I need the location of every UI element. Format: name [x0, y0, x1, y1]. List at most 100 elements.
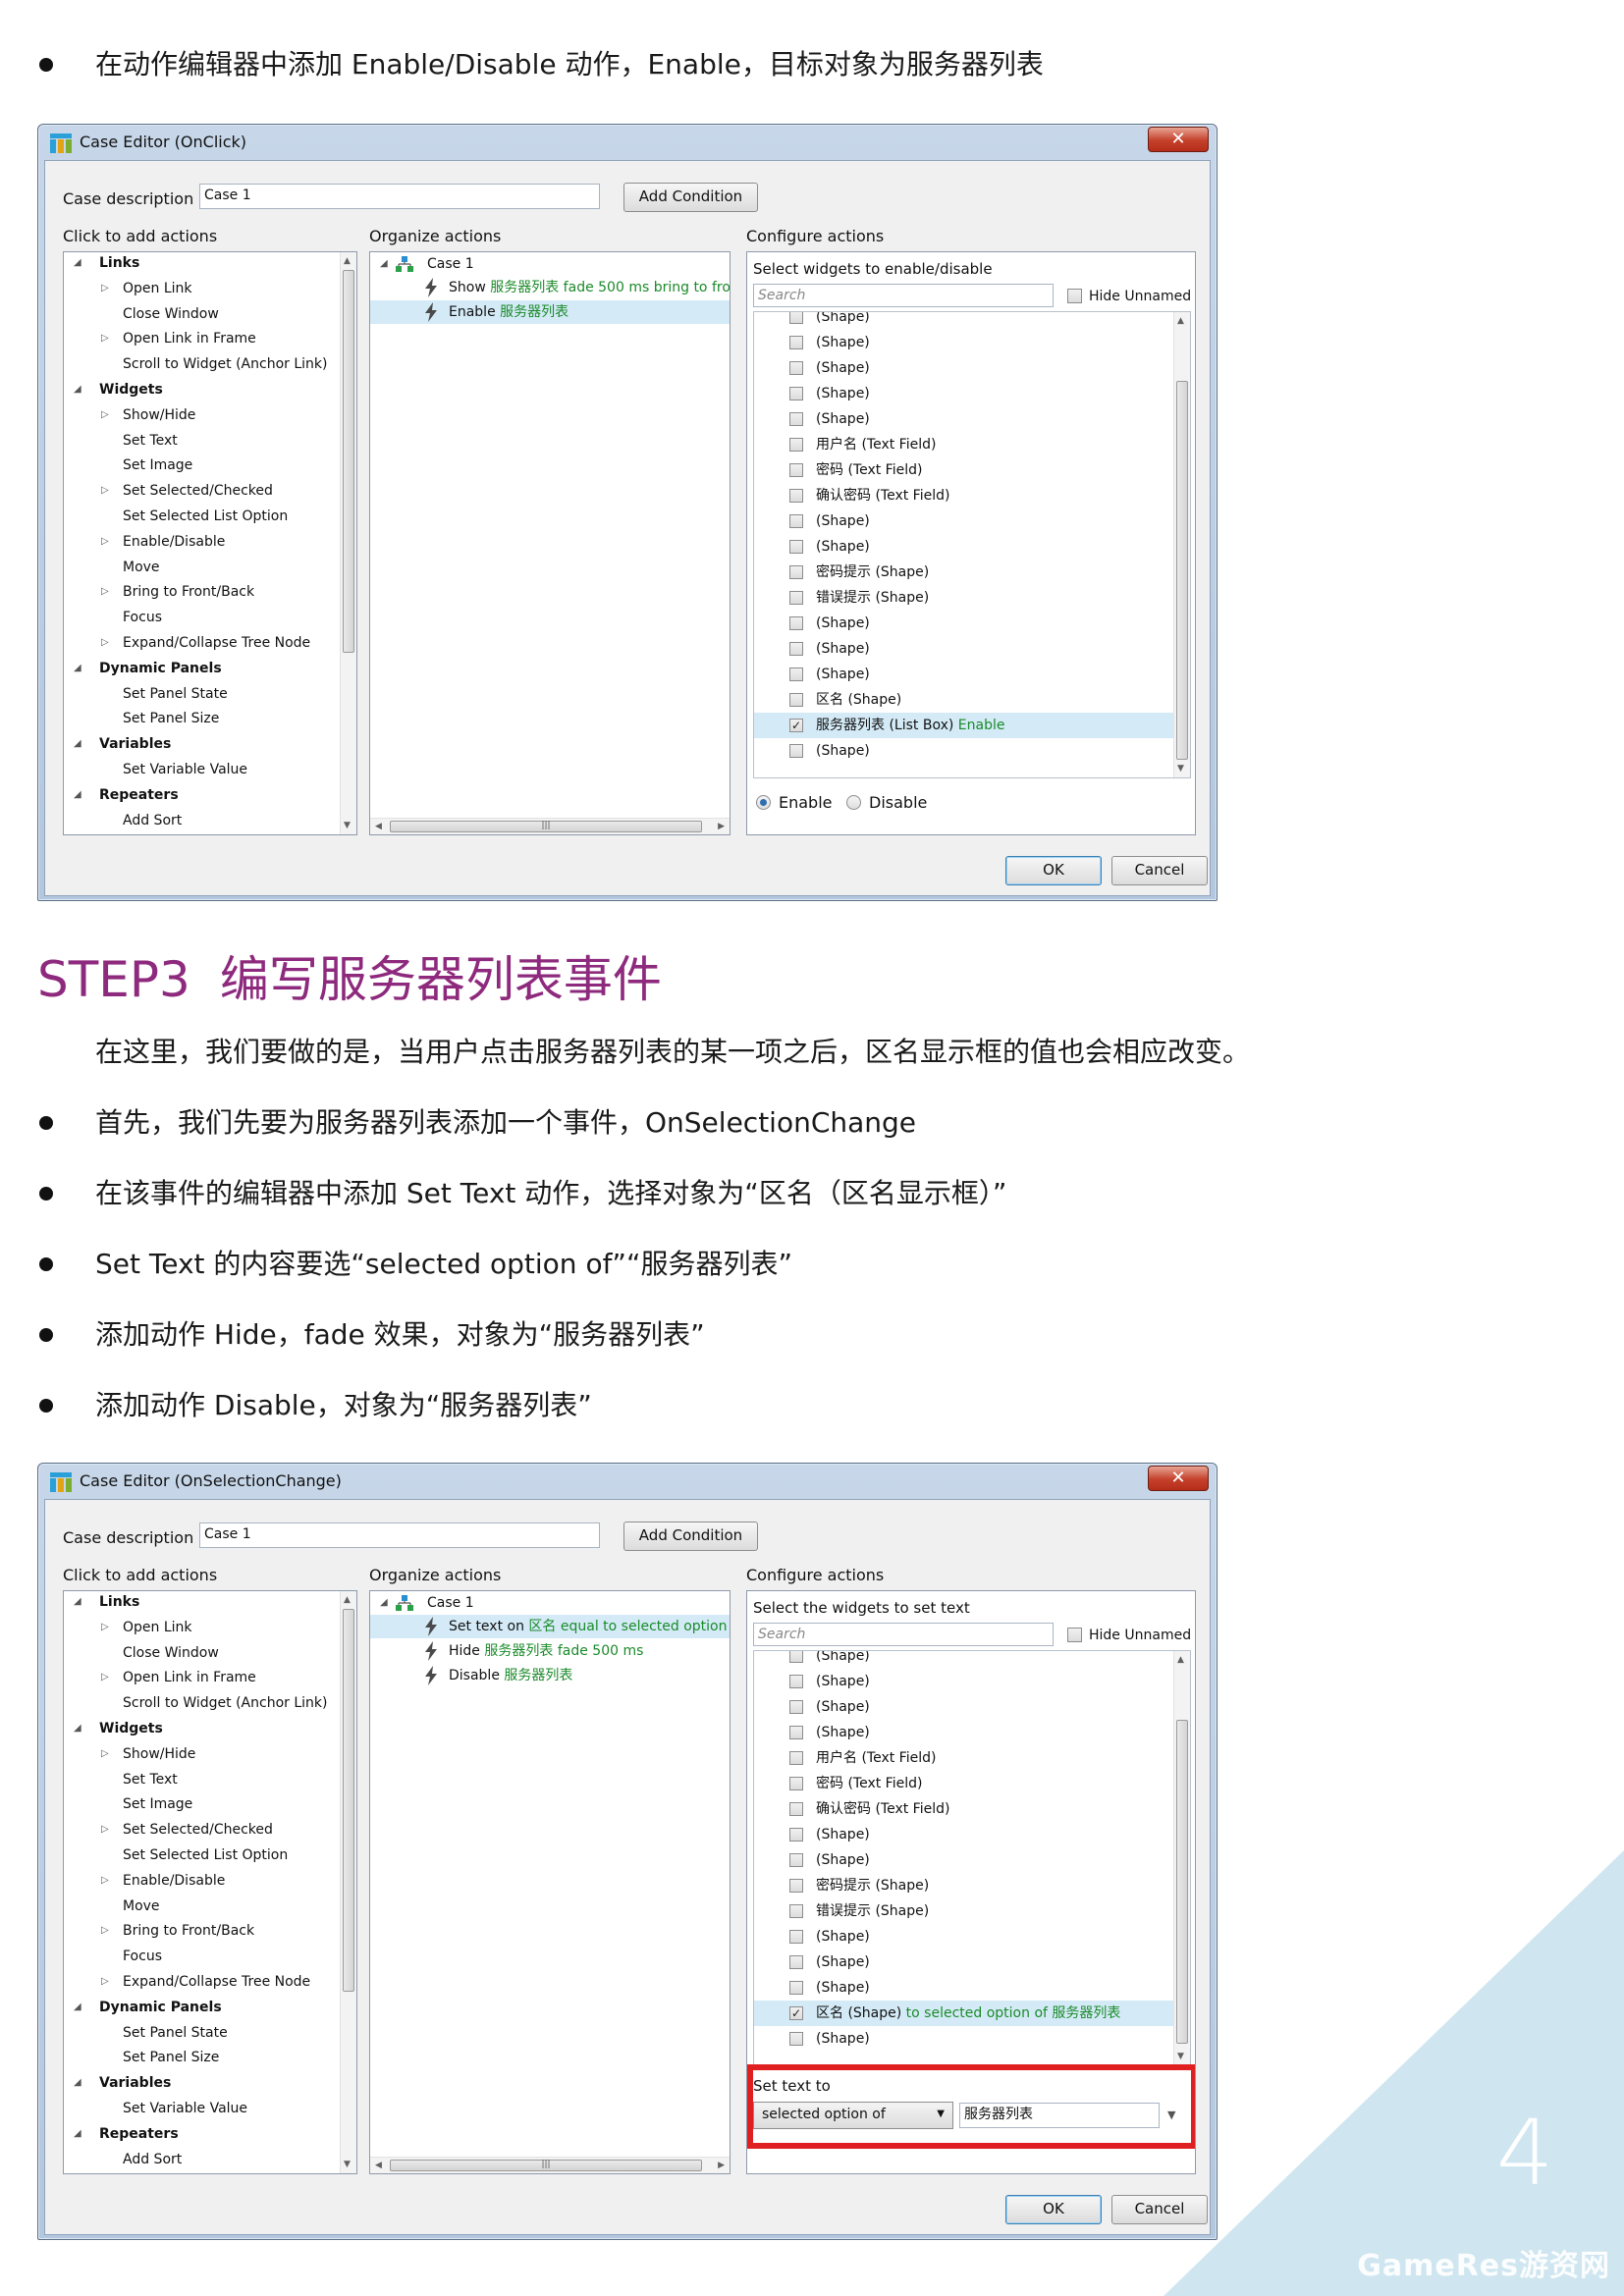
action-expand-collapse-tree-node[interactable]: Expand/Collapse Tree Node [123, 634, 310, 652]
add-condition-button[interactable]: Add Condition [623, 183, 758, 212]
widget-checkbox[interactable] [789, 1955, 803, 1969]
collapse-icon[interactable]: ◢ [74, 735, 81, 753]
enable-radio[interactable] [756, 795, 771, 810]
action-widgets[interactable]: Widgets [99, 381, 163, 399]
case-description-input[interactable]: Case 1 [199, 1522, 600, 1548]
action-set-panel-size[interactable]: Set Panel Size [123, 2049, 219, 2066]
action-tree-scrollbar[interactable]: ▲ ▼ [340, 1591, 356, 2173]
widget-checkbox[interactable] [789, 1700, 803, 1714]
expand-icon[interactable]: ▷ [101, 280, 109, 297]
widget-checkbox[interactable] [789, 463, 803, 477]
widget-checkbox[interactable] [789, 2032, 803, 2046]
widget-row[interactable]: 密码 (Text Field) [754, 457, 1174, 483]
widget-checkbox[interactable] [789, 336, 803, 349]
case-node[interactable]: ◢ Case 1 [370, 1591, 730, 1615]
scroll-up-icon[interactable]: ▲ [344, 1595, 351, 1605]
chevron-down-icon[interactable]: ▼ [1167, 2109, 1175, 2121]
widget-checkbox[interactable] [789, 1751, 803, 1765]
ok-button[interactable]: OK [1005, 2195, 1102, 2224]
widget-search-input[interactable]: Search [753, 284, 1054, 307]
widget-row[interactable]: (Shape) [754, 1669, 1174, 1694]
cancel-button[interactable]: Cancel [1111, 856, 1208, 885]
widget-row[interactable]: (Shape) [754, 381, 1174, 406]
expand-icon[interactable]: ▷ [101, 583, 109, 601]
action-variables[interactable]: Variables [99, 2074, 171, 2092]
disable-radio[interactable] [846, 795, 861, 810]
widget-row[interactable]: 用户名 (Text Field) [754, 1745, 1174, 1771]
action-enable-disable[interactable]: Enable/Disable [123, 1872, 225, 1890]
set-text-mode-select[interactable]: selected option of ▼ [753, 2102, 953, 2129]
expand-icon[interactable]: ◢ [380, 255, 388, 273]
widget-row[interactable]: (Shape) [754, 406, 1174, 432]
widget-row[interactable]: ✓ 服务器列表 (List Box) Enable [754, 713, 1174, 738]
widget-row[interactable]: (Shape) [754, 1822, 1174, 1847]
action-links[interactable]: Links [99, 254, 139, 272]
collapse-icon[interactable]: ◢ [74, 1999, 81, 2016]
scroll-thumb[interactable]: ||| [390, 2160, 702, 2171]
action-add-sort[interactable]: Add Sort [123, 812, 182, 829]
cancel-button[interactable]: Cancel [1111, 2195, 1208, 2224]
action-focus[interactable]: Focus [123, 1948, 162, 1965]
close-button[interactable]: ✕ [1148, 1466, 1209, 1491]
action-enable-disable[interactable]: Enable/Disable [123, 533, 225, 551]
widget-checkbox[interactable] [789, 1930, 803, 1944]
widget-checkbox[interactable] [789, 361, 803, 375]
close-button[interactable]: ✕ [1148, 127, 1209, 152]
action-set-panel-state[interactable]: Set Panel State [123, 685, 228, 703]
expand-icon[interactable]: ◢ [380, 1594, 388, 1612]
widget-row[interactable]: (Shape) [754, 611, 1174, 636]
action-set-variable-value[interactable]: Set Variable Value [123, 761, 247, 778]
widget-row[interactable]: 错误提示 (Shape) [754, 585, 1174, 611]
widget-checkbox[interactable] [789, 616, 803, 630]
ok-button[interactable]: OK [1005, 856, 1102, 885]
action-set-image[interactable]: Set Image [123, 456, 192, 474]
action-links[interactable]: Links [99, 1593, 139, 1611]
widget-row[interactable]: (Shape) [754, 1651, 1174, 1669]
widget-row[interactable]: (Shape) [754, 2026, 1174, 2052]
widget-checkbox[interactable] [789, 1904, 803, 1918]
action-repeaters[interactable]: Repeaters [99, 786, 179, 804]
widget-row[interactable]: (Shape) [754, 1694, 1174, 1720]
widget-row[interactable]: (Shape) [754, 738, 1174, 764]
widget-row[interactable]: (Shape) [754, 355, 1174, 381]
widget-row[interactable]: (Shape) [754, 1720, 1174, 1745]
scroll-thumb[interactable] [343, 270, 354, 653]
expand-icon[interactable]: ▷ [101, 1922, 109, 1940]
widget-checkbox[interactable] [789, 1777, 803, 1790]
widget-row[interactable]: 错误提示 (Shape) [754, 1898, 1174, 1924]
scroll-down-icon[interactable]: ▼ [1177, 764, 1184, 774]
title-bar[interactable]: Case Editor (OnSelectionChange) ✕ [38, 1464, 1217, 1499]
expand-icon[interactable]: ▷ [101, 330, 109, 347]
action-open-link-in-frame[interactable]: Open Link in Frame [123, 1669, 256, 1686]
widget-checkbox[interactable] [789, 744, 803, 758]
case-node[interactable]: ◢ Case 1 [370, 252, 730, 276]
action-open-link[interactable]: Open Link [123, 280, 192, 297]
widget-checkbox[interactable] [789, 1651, 803, 1663]
widget-row[interactable]: 区名 (Shape) [754, 687, 1174, 713]
collapse-icon[interactable]: ◢ [74, 1720, 81, 1737]
widget-checkbox[interactable]: ✓ [789, 719, 803, 732]
collapse-icon[interactable]: ◢ [74, 660, 81, 677]
action-move[interactable]: Move [123, 1897, 160, 1915]
scroll-down-icon[interactable]: ▼ [344, 2160, 351, 2169]
expand-icon[interactable]: ▷ [101, 533, 109, 551]
expand-icon[interactable]: ▷ [101, 1669, 109, 1686]
widget-row[interactable]: 确认密码 (Text Field) [754, 483, 1174, 508]
action-item[interactable]: Set text on 区名 equal to selected option … [370, 1615, 730, 1638]
widget-checkbox[interactable]: ✓ [789, 2006, 803, 2020]
action-item[interactable]: Disable 服务器列表 [370, 1664, 730, 1687]
action-set-selected-list-option[interactable]: Set Selected List Option [123, 1846, 288, 1864]
action-show-hide[interactable]: Show/Hide [123, 406, 195, 424]
scroll-up-icon[interactable]: ▲ [1177, 1655, 1184, 1665]
widget-row[interactable]: (Shape) [754, 534, 1174, 560]
action-set-image[interactable]: Set Image [123, 1795, 192, 1813]
collapse-icon[interactable]: ◢ [74, 1593, 81, 1611]
title-bar[interactable]: Case Editor (OnClick) ✕ [38, 125, 1217, 160]
organize-horizontal-scrollbar[interactable]: ◀ ||| ▶ [370, 818, 730, 834]
expand-icon[interactable]: ▷ [101, 1973, 109, 1991]
widget-checkbox[interactable] [789, 1675, 803, 1688]
widget-row[interactable]: 用户名 (Text Field) [754, 432, 1174, 457]
collapse-icon[interactable]: ◢ [74, 381, 81, 399]
collapse-icon[interactable]: ◢ [74, 254, 81, 272]
action-close-window[interactable]: Close Window [123, 1644, 219, 1662]
